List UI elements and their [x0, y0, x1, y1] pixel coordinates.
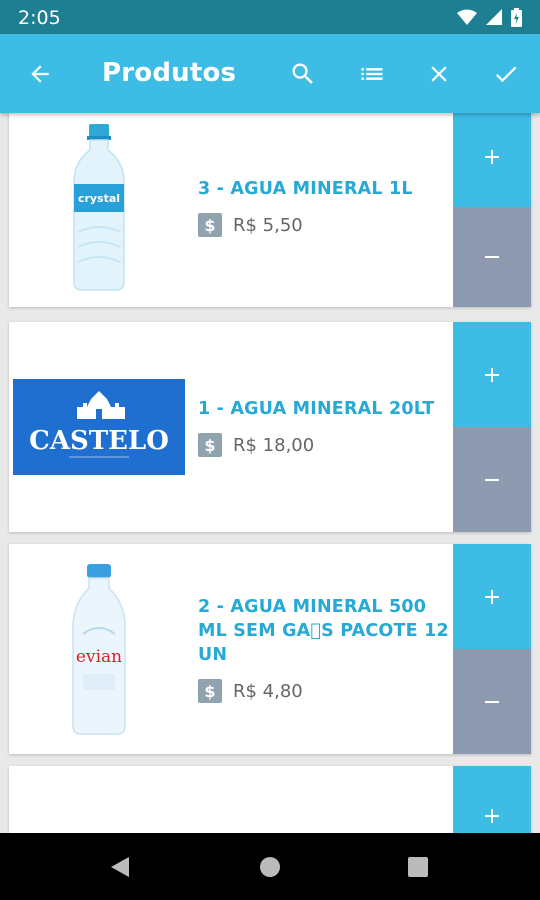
product-price: R$ 4,80: [233, 680, 303, 702]
status-icons: [457, 7, 522, 27]
dollar-icon: $: [198, 679, 222, 703]
list-button[interactable]: [356, 58, 388, 90]
svg-text:CASTELO: CASTELO: [29, 426, 169, 456]
product-price: R$ 5,50: [233, 214, 303, 236]
product-image: crystal: [9, 113, 189, 307]
nav-home-button[interactable]: [256, 853, 284, 881]
product-card[interactable]: CASTELO 1 - AGUA MINERAL 20LT $ R$ 18,00: [9, 322, 531, 532]
square-recents-icon: [408, 857, 428, 877]
minus-icon: [485, 256, 499, 258]
decrease-quantity-button[interactable]: [453, 427, 531, 532]
product-name: 3 - AGUA MINERAL 1L: [198, 179, 413, 199]
product-image: CASTELO: [9, 322, 189, 532]
plus-icon: [485, 367, 499, 382]
plus-icon: [485, 589, 499, 604]
product-list: crystal 3 - AGUA MINERAL 1L $ R$ 5,50 CA…: [0, 113, 540, 833]
battery-icon: [511, 7, 522, 27]
search-icon: [292, 63, 313, 84]
minus-icon: [485, 478, 499, 481]
product-name: 1 - AGUA MINERAL 20LT: [198, 399, 435, 419]
minus-icon: [485, 700, 499, 703]
dollar-icon: $: [198, 433, 222, 457]
product-card[interactable]: crystal 3 - AGUA MINERAL 1L $ R$ 5,50: [9, 113, 531, 307]
product-info: 2 - AGUA MINERAL 500 ML SEM GA S PACOTE …: [198, 544, 453, 754]
search-button[interactable]: [287, 58, 319, 90]
product-name: 2 - AGUA MINERAL 500 ML SEM GA S PACOTE …: [198, 597, 449, 665]
product-card[interactable]: evian 2 - AGUA MINERAL 500 ML SEM GA S P…: [9, 544, 531, 754]
increase-quantity-button[interactable]: [453, 766, 531, 833]
page-title: Produtos: [102, 58, 237, 88]
status-bar: 2:05: [0, 0, 540, 34]
price-row: $ R$ 5,50: [198, 213, 453, 237]
product-info: 3 - AGUA MINERAL 1L $ R$ 5,50: [198, 113, 453, 307]
plus-icon: [485, 150, 499, 164]
app-bar: Produtos: [0, 34, 540, 113]
back-button[interactable]: [24, 58, 56, 90]
increase-quantity-button[interactable]: [453, 544, 531, 649]
status-time: 2:05: [18, 7, 61, 29]
close-button[interactable]: [423, 58, 455, 90]
list-icon: [361, 68, 383, 80]
svg-text:evian: evian: [76, 647, 122, 667]
svg-text:crystal: crystal: [78, 192, 120, 205]
confirm-button[interactable]: [490, 58, 522, 90]
arrow-left-icon: [31, 65, 49, 83]
product-price: R$ 18,00: [233, 434, 315, 456]
nav-back-button[interactable]: [106, 853, 134, 881]
system-navigation-bar: [0, 833, 540, 900]
nav-recents-button[interactable]: [404, 853, 432, 881]
wifi-icon: [457, 9, 477, 25]
price-row: $ R$ 18,00: [198, 433, 453, 457]
product-image: evian: [9, 544, 189, 754]
increase-quantity-button[interactable]: [453, 322, 531, 427]
water-bottle-image: crystal: [73, 124, 125, 291]
increase-quantity-button[interactable]: [453, 113, 531, 207]
signal-icon: [486, 9, 502, 25]
check-icon: [495, 66, 517, 83]
product-info: 1 - AGUA MINERAL 20LT $ R$ 18,00: [198, 322, 453, 532]
decrease-quantity-button[interactable]: [453, 207, 531, 307]
decrease-quantity-button[interactable]: [453, 649, 531, 754]
price-row: $ R$ 4,80: [198, 679, 453, 703]
circle-home-icon: [260, 857, 280, 877]
dollar-icon: $: [198, 213, 222, 237]
close-icon: [431, 66, 447, 82]
castelo-logo-image: CASTELO: [13, 379, 185, 475]
water-bottle-image: evian: [72, 563, 126, 735]
product-card[interactable]: [9, 766, 531, 833]
plus-icon: [485, 809, 499, 823]
triangle-back-icon: [111, 857, 129, 877]
